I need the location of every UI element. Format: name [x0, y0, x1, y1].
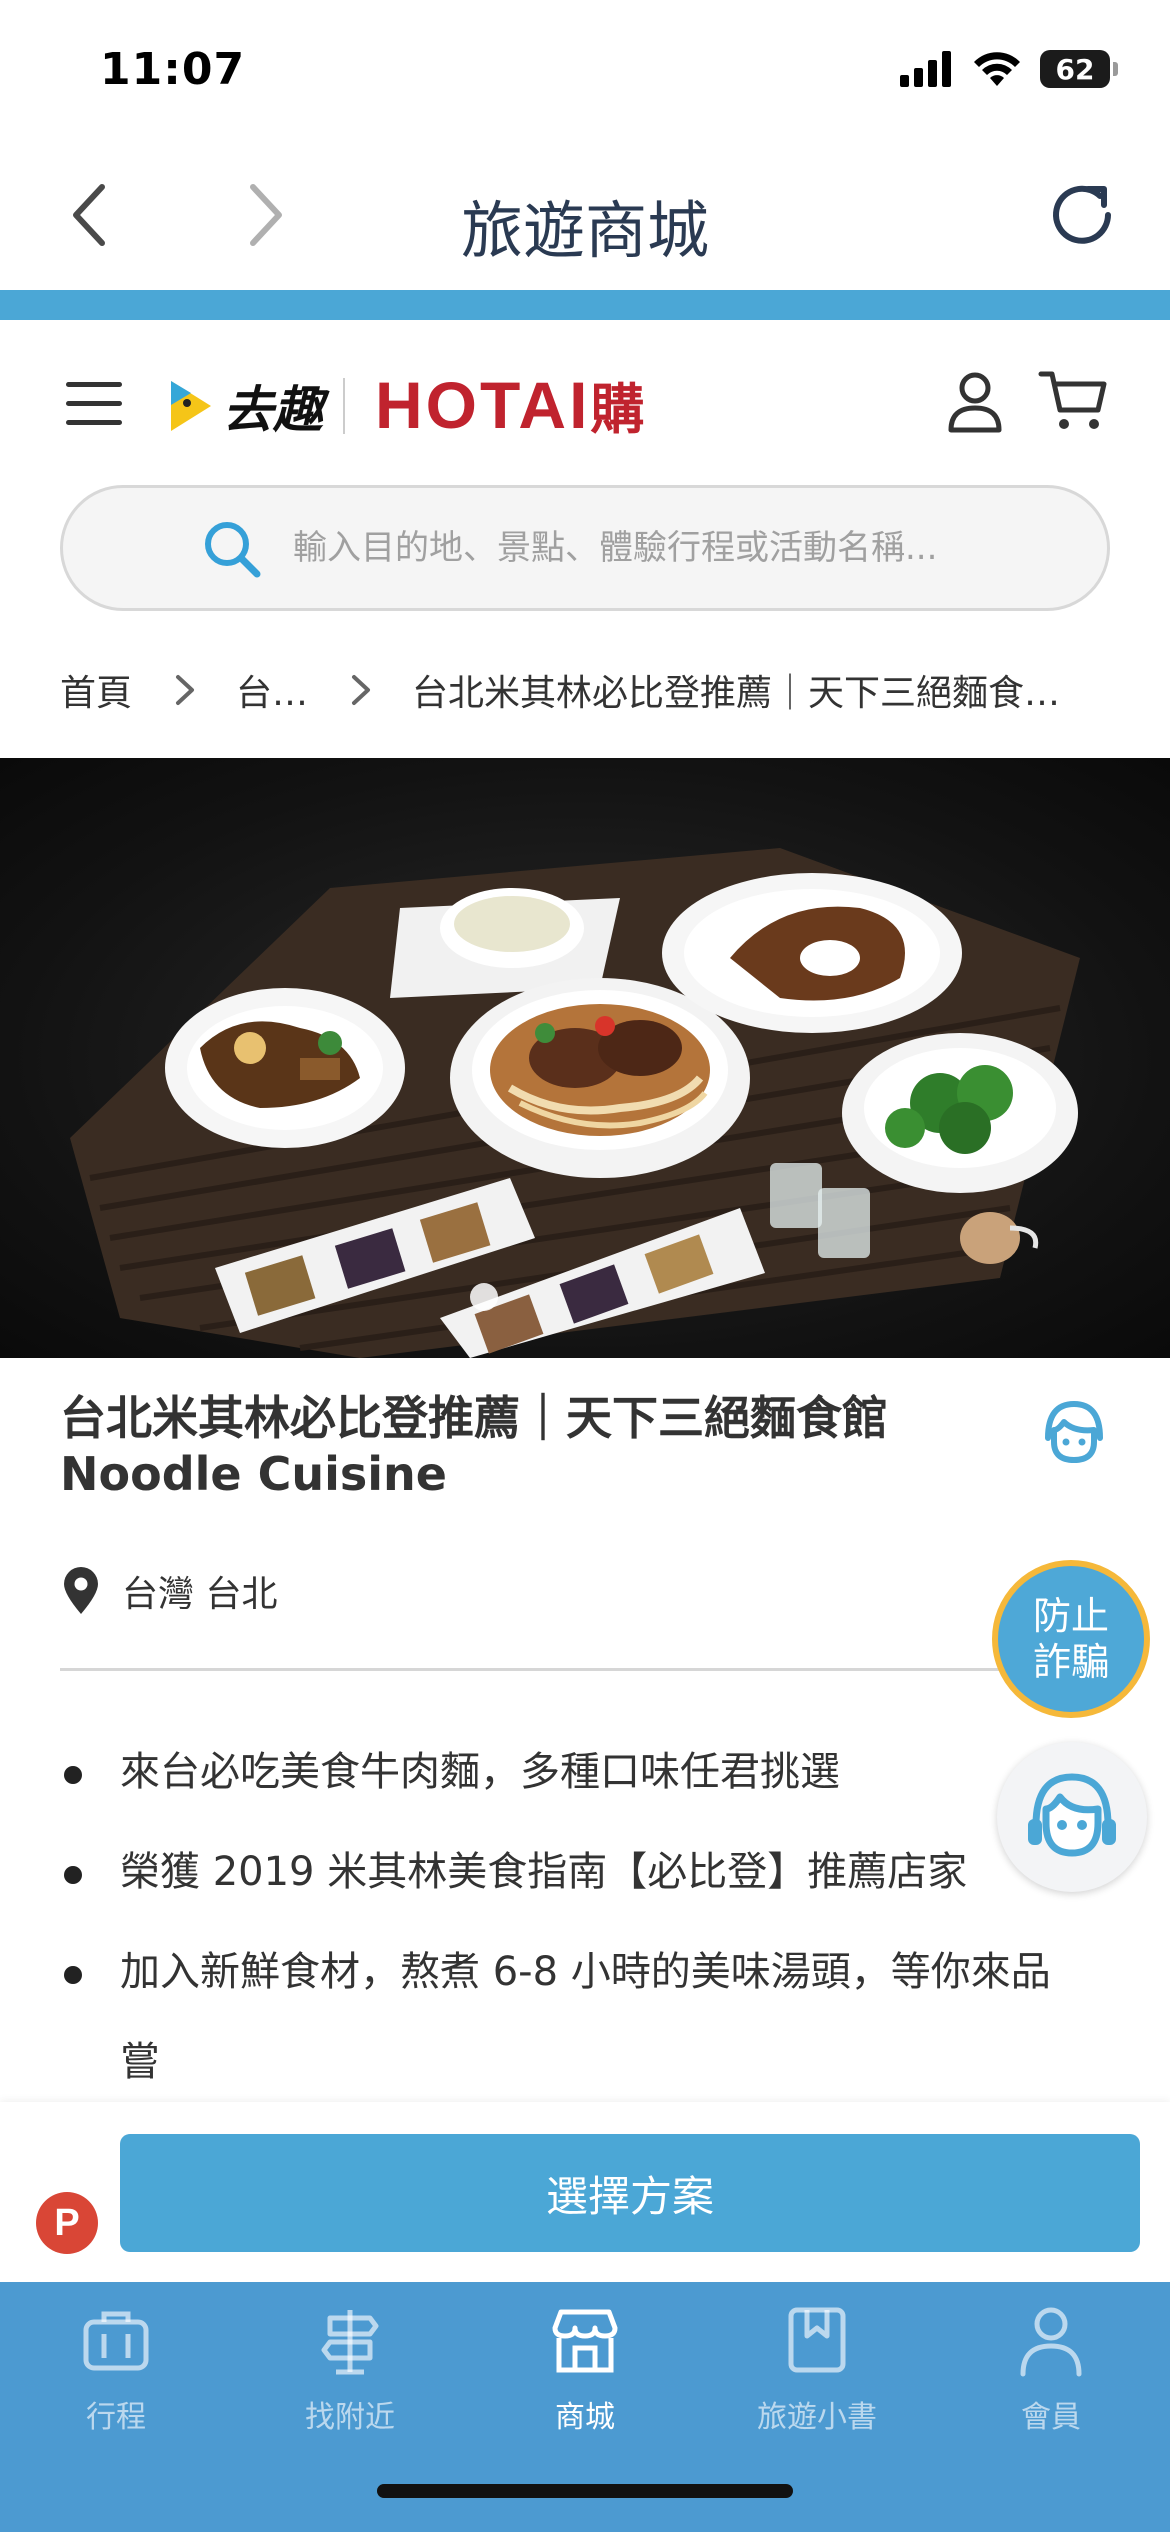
select-plan-button[interactable]: 選擇方案: [120, 2134, 1140, 2252]
status-bar: 11:07 62: [0, 0, 1170, 140]
bookmark-book-icon: [788, 2307, 846, 2373]
quqi-logo-text: 去趣: [223, 381, 323, 439]
product-hero-image[interactable]: [0, 758, 1170, 1358]
headset-agent-icon: [1028, 1773, 1116, 1857]
feature-item: 榮獲 2019 米其林美食指南【必比登】推薦店家: [60, 1822, 1120, 1922]
hotai-logo-text: HOTAI: [375, 368, 591, 442]
product-location: 台灣 台北: [60, 1565, 277, 1617]
breadcrumb-current: 台北米其林必比登推薦｜天下三絕麵食…: [412, 673, 1061, 714]
site-header: 去趣 HOTAI購: [0, 320, 1170, 480]
tab-label: 商城: [555, 2400, 615, 2435]
tab-label: 找附近: [305, 2400, 395, 2435]
feature-list: 來台必吃美食牛肉麵，多種口味任君挑選 榮獲 2019 米其林美食指南【必比登】推…: [60, 1722, 1120, 2022]
briefcase-icon: [83, 2311, 149, 2371]
hotai-logo[interactable]: HOTAI購: [375, 365, 647, 444]
cellular-signal-icon: [900, 51, 951, 87]
carousel-indicator-dot[interactable]: [470, 1283, 498, 1311]
signpost-icon: [321, 2310, 379, 2375]
logo-divider: [343, 378, 345, 434]
quqi-logo-mark-icon: [171, 381, 211, 431]
feature-item: 來台必吃美食牛肉麵，多種口味任君挑選: [60, 1722, 1120, 1822]
food-photo-illustration: [70, 848, 1080, 1358]
chevron-right-icon: [176, 675, 195, 705]
tab-mall[interactable]: 商城: [485, 2302, 685, 2452]
tab-nearby[interactable]: 找附近: [250, 2302, 450, 2452]
status-icons: 62: [900, 50, 1118, 88]
breadcrumb-category[interactable]: 台…: [236, 664, 308, 716]
customer-service-float-button[interactable]: [997, 1742, 1147, 1892]
search-input[interactable]: [293, 518, 1073, 578]
battery-indicator: 62: [1040, 50, 1118, 88]
refresh-icon[interactable]: [1042, 175, 1122, 255]
customer-service-icon[interactable]: [1040, 1398, 1108, 1464]
points-badge[interactable]: P: [36, 2192, 98, 2254]
search-bar[interactable]: [60, 485, 1110, 611]
purchase-action-bar: P 選擇方案: [0, 2102, 1170, 2282]
header-accent-strip: [0, 290, 1170, 320]
tab-member[interactable]: 會員: [951, 2302, 1151, 2452]
feature-item-continued: 嘗: [120, 2039, 160, 2085]
anti-fraud-label-2: 詐騙: [1032, 1640, 1109, 1684]
search-icon: [205, 522, 261, 578]
anti-fraud-button[interactable]: 防止 詐騙: [992, 1560, 1150, 1718]
tab-itinerary[interactable]: 行程: [16, 2302, 216, 2452]
location-text: 台灣 台北: [122, 1574, 278, 1615]
page-title: 旅遊商城: [460, 194, 709, 267]
tab-label: 行程: [86, 2400, 146, 2435]
feature-item: 加入新鮮食材，熬煮 6-8 小時的美味湯頭，等你來品: [60, 1922, 1120, 2022]
chevron-right-icon: [352, 675, 371, 705]
hamburger-menu-icon[interactable]: [66, 382, 122, 426]
browser-header: 旅遊商城: [0, 140, 1170, 290]
tab-label: 旅遊小書: [757, 2400, 877, 2435]
breadcrumb: 首頁 台… 台北米其林必比登推薦｜天下三絕麵食…: [60, 660, 1120, 720]
breadcrumb-home[interactable]: 首頁: [60, 664, 132, 716]
anti-fraud-label-1: 防止: [1032, 1594, 1109, 1638]
location-pin-icon: [64, 1567, 98, 1614]
home-indicator: [377, 2484, 793, 2498]
user-account-icon[interactable]: [945, 370, 1005, 434]
hotai-logo-suffix: 購: [590, 380, 648, 440]
quqi-logo[interactable]: 去趣: [165, 370, 323, 442]
shopping-cart-icon[interactable]: [1038, 368, 1108, 434]
person-icon: [1020, 2307, 1082, 2377]
tab-travel-book[interactable]: 旅遊小書: [717, 2302, 917, 2452]
store-icon: [552, 2309, 618, 2373]
wifi-icon: [974, 52, 1020, 86]
status-time: 11:07: [100, 44, 246, 95]
product-title: 台北米其林必比登推薦｜天下三絕麵食館 Noodle Cuisine: [60, 1391, 888, 1501]
section-divider: [60, 1668, 1110, 1671]
tab-label: 會員: [1021, 2400, 1081, 2435]
